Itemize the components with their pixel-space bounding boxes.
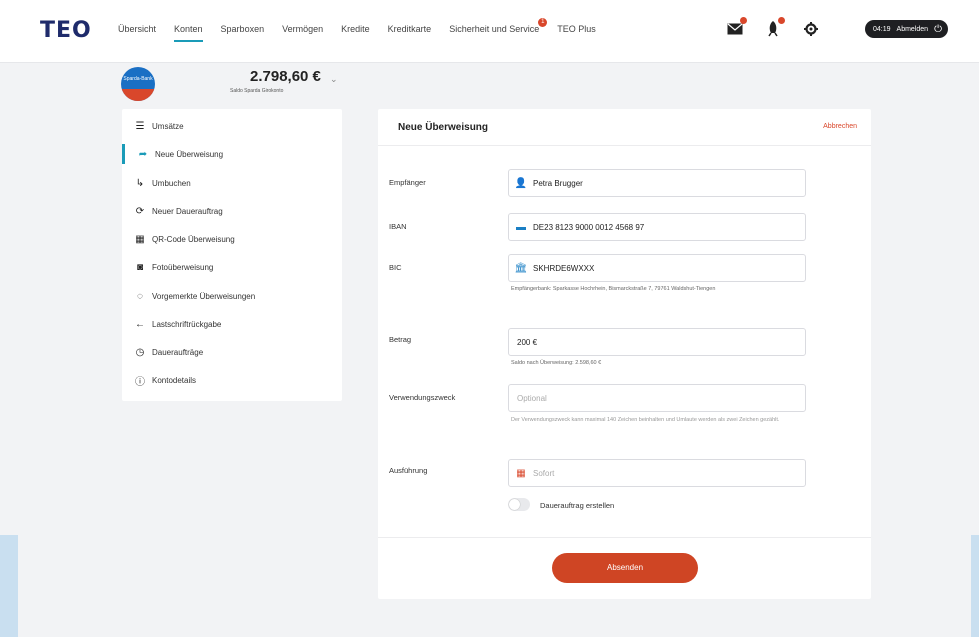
mail-notification-dot [740,17,747,24]
nav-sparboxen[interactable]: Sparboxen [221,24,265,34]
form-header-divider [378,145,871,146]
recipient-field[interactable]: 👤 Petra Brugger [508,169,806,197]
bic-field[interactable]: 🏛 SKHRDE6WXXX [508,254,806,282]
nav-uebersicht[interactable]: Übersicht [118,24,156,34]
main-nav: Übersicht Konten Sparboxen Vermögen Kred… [118,18,614,42]
nav-vermoegen[interactable]: Vermögen [282,24,323,34]
rocket-icon[interactable] [764,17,785,38]
nav-konten[interactable]: Konten [174,24,203,42]
sidebar-item-vorgemerkte-ueberweisungen[interactable]: ◌ Vorgemerkte Überweisungen [122,286,342,306]
iban-field[interactable]: ▬ DE23 8123 9000 0012 4568 97 [508,213,806,241]
top-icon-group [726,17,840,38]
purpose-field[interactable]: Optional [508,384,806,412]
purpose-label: Verwendungszweck [389,393,456,402]
bic-hint: Empfängerbank: Sparkasse Hochrhein, Bism… [511,286,716,292]
session-timer: 04:19 [873,25,891,33]
sidebar-item-qr-code-ueberweisung[interactable]: ▦ QR-Code Überweisung [122,229,342,249]
form-title: Neue Überweisung [398,122,489,133]
sidebar-item-umbuchen[interactable]: ↳ Umbuchen [122,173,342,193]
person-icon: 👤 [514,177,528,189]
bic-label: BIC [389,263,402,272]
recipient-label: Empfänger [389,178,426,187]
sidebar-item-lastschriftrueckgabe[interactable]: ← Lastschriftrückgabe [122,314,342,334]
repeat-icon: ⟳ [135,205,145,217]
amount-label: Betrag [389,335,412,344]
standing-order-toggle[interactable] [508,498,530,511]
sidebar-item-fotoueberweisung[interactable]: ◙ Fotoüberweisung [122,257,342,277]
sidebar-item-kontodetails[interactable]: ⓘ Kontodetails [122,370,342,390]
chevron-down-icon[interactable]: ⌄ [330,74,338,85]
teo-logo[interactable]: TEO [40,18,92,43]
standing-order-label: Dauerauftrag erstellen [540,501,615,510]
calendar-icon: ▦ [516,467,526,479]
back-arrow-icon: ← [135,318,145,330]
logout-button[interactable]: 04:19 Abmelden ⏻ [865,20,948,38]
cancel-link[interactable]: Abbrechen [823,123,857,130]
account-balance: 2.798,60 € [250,68,321,85]
bank-logo: Sparda-Bank [121,67,155,101]
info-icon: ⓘ [135,376,145,388]
transfer-form-panel: Neue Überweisung Abbrechen Empfänger 👤 P… [378,109,871,599]
form-footer-divider [378,537,871,538]
sidebar-item-neuer-dauerauftrag[interactable]: ⟳ Neuer Dauerauftrag [122,201,342,221]
rebook-icon: ↳ [135,177,145,189]
rocket-notification-dot [778,17,785,24]
camera-icon: ◙ [136,261,144,273]
power-icon: ⏻ [934,23,942,35]
pending-icon: ◌ [137,290,143,302]
notification-badge: 1 [538,18,548,27]
mail-icon[interactable] [726,17,747,38]
list-icon: ☰ [135,120,145,132]
logout-label: Abmelden [896,25,929,33]
nav-kreditkarte[interactable]: Kreditkarte [388,24,432,34]
top-navigation-bar: TEO Übersicht Konten Sparboxen Vermögen … [0,0,979,63]
decorative-band-right [971,535,979,637]
clock-icon: ◷ [135,346,145,358]
amount-hint: Saldo nach Überweisung: 2.598,60 € [511,360,602,366]
sidebar-item-dauerauftraege[interactable]: ◷ Daueraufträge [122,342,342,362]
execution-label: Ausführung [389,466,428,475]
submit-button[interactable]: Absenden [552,553,698,583]
decorative-band-left [0,535,18,637]
iban-label: IBAN [389,222,407,231]
sidebar-item-umsaetze[interactable]: ☰ Umsätze [122,116,342,136]
account-subtitle: Saldo Sparda Girokonto [230,88,284,94]
execution-date-field[interactable]: ▦ Sofort [508,459,806,487]
sidebar-item-neue-ueberweisung[interactable]: ➦ Neue Überweisung [122,144,345,164]
nav-kredite[interactable]: Kredite [341,24,370,34]
account-sidebar: ☰ Umsätze ➦ Neue Überweisung ↳ Umbuchen ⟳ Ne… [122,109,342,401]
bank-icon: 🏛 [514,262,528,274]
nav-teo-plus[interactable]: TEO Plus [557,24,596,34]
gear-icon[interactable] [802,20,820,38]
amount-field[interactable]: 200 € [508,328,806,356]
transfer-icon: ➦ [138,148,148,160]
qr-icon: ▦ [135,233,145,245]
card-icon: ▬ [516,221,526,233]
nav-sicherheit-service[interactable]: Sicherheit und Service 1 [449,18,548,34]
purpose-hint: Der Verwendungszweck kann maximal 140 Ze… [511,417,780,423]
